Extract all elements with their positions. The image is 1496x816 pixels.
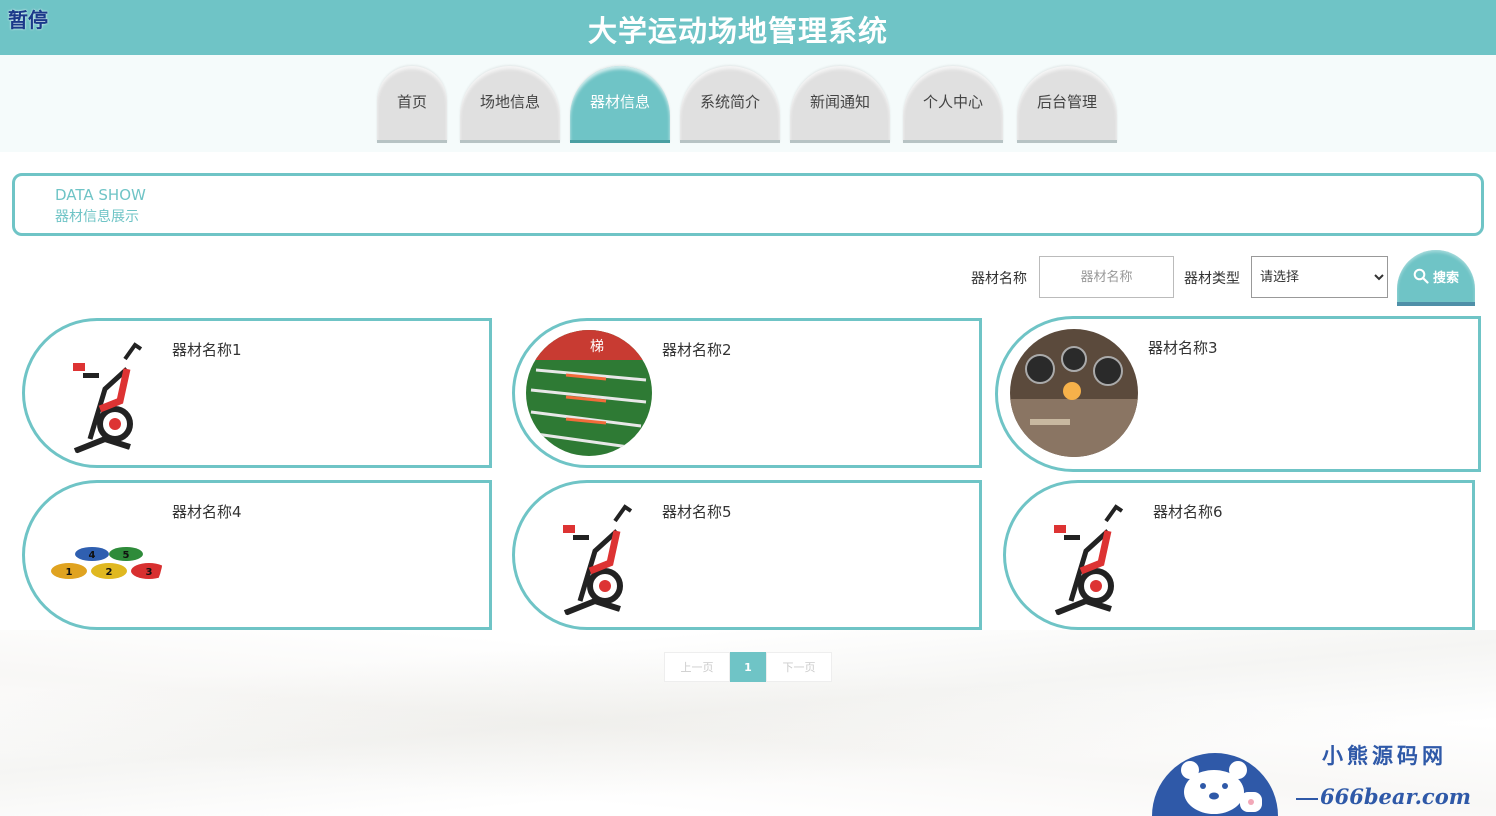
search-bar: 器材名称 器材类型 请选择 搜索 xyxy=(0,250,1496,310)
nav-item-label: 首页 xyxy=(396,92,427,111)
equipment-name: 器材名称1 xyxy=(172,341,242,359)
nav-item-label: 器材信息 xyxy=(589,92,650,111)
svg-text:5: 5 xyxy=(123,550,130,561)
equipment-card[interactable]: 4 5 1 2 3 器材名称4 xyxy=(22,480,492,630)
nav-item-venues[interactable]: 场地信息 xyxy=(460,66,560,143)
search-button-label: 搜索 xyxy=(1432,270,1459,286)
equipment-card[interactable]: 器材名称1 xyxy=(22,318,492,468)
nav-item-profile[interactable]: 个人中心 xyxy=(903,66,1003,143)
section-header: DATA SHOW 器材信息展示 xyxy=(12,173,1484,236)
site-title: 大学运动场地管理系统 xyxy=(587,14,888,48)
name-filter-label: 器材名称 xyxy=(971,271,1027,287)
svg-text:2: 2 xyxy=(106,567,113,578)
type-filter-label: 器材类型 xyxy=(1184,271,1240,287)
search-icon xyxy=(1413,268,1429,284)
equipment-image-exercise-bike xyxy=(35,329,163,457)
equipment-name: 器材名称4 xyxy=(172,503,242,521)
nav-item-label: 后台管理 xyxy=(1036,92,1097,111)
nav-item-admin[interactable]: 后台管理 xyxy=(1017,66,1117,143)
nav-item-home[interactable]: 首页 xyxy=(377,66,447,143)
equipment-image-exercise-bike xyxy=(1016,491,1144,619)
equipment-image-gauge-panel xyxy=(1010,329,1138,457)
main-nav: 首页 场地信息 器材信息 系统简介 新闻通知 个人中心 后台管理 xyxy=(0,66,1496,144)
name-search-input[interactable] xyxy=(1039,256,1174,298)
section-title-cn: 器材信息展示 xyxy=(55,209,139,225)
prev-page-button[interactable]: 上一页 xyxy=(664,652,730,682)
pagination: 上一页 1 下一页 xyxy=(664,652,832,682)
svg-text:梯: 梯 xyxy=(590,339,604,355)
search-button[interactable]: 搜索 xyxy=(1397,250,1475,306)
equipment-card[interactable]: 器材名称6 xyxy=(1003,480,1475,630)
equipment-image-exercise-bike xyxy=(525,491,653,619)
watermark-brand-name: 小熊源码网 xyxy=(1322,743,1447,768)
equipment-card[interactable]: 梯 器材名称2 xyxy=(512,318,982,468)
svg-text:3: 3 xyxy=(146,567,153,578)
type-select[interactable]: 请选择 xyxy=(1251,256,1388,298)
equipment-image-agility-ladder: 梯 xyxy=(526,330,652,456)
nav-item-label: 新闻通知 xyxy=(809,92,870,111)
page-button-current[interactable]: 1 xyxy=(730,652,766,682)
equipment-name: 器材名称6 xyxy=(1153,503,1223,521)
nav-item-label: 场地信息 xyxy=(479,92,540,111)
equipment-name: 器材名称2 xyxy=(662,341,732,359)
bear-logo-icon xyxy=(1152,753,1278,816)
svg-text:1: 1 xyxy=(66,567,73,578)
watermark-logo: 小熊源码网 666bear.com xyxy=(1150,730,1490,816)
equipment-card[interactable]: 器材名称3 xyxy=(995,316,1481,472)
equipment-image-number-spot-markers: 4 5 1 2 3 xyxy=(35,491,163,619)
section-title-en: DATA SHOW xyxy=(55,186,146,204)
nav-item-label: 个人中心 xyxy=(922,92,983,111)
equipment-name: 器材名称5 xyxy=(662,503,732,521)
nav-item-label: 系统简介 xyxy=(699,92,760,111)
equipment-name: 器材名称3 xyxy=(1148,339,1218,357)
svg-text:4: 4 xyxy=(89,550,96,561)
watermark-brand-url: 666bear.com xyxy=(1294,784,1490,816)
equipment-card[interactable]: 器材名称5 xyxy=(512,480,982,630)
next-page-button[interactable]: 下一页 xyxy=(766,652,832,682)
nav-item-equipment[interactable]: 器材信息 xyxy=(570,66,670,143)
nav-item-news[interactable]: 新闻通知 xyxy=(790,66,890,143)
top-bar: 暂停 大学运动场地管理系统 xyxy=(0,0,1496,55)
nav-item-about[interactable]: 系统简介 xyxy=(680,66,780,143)
